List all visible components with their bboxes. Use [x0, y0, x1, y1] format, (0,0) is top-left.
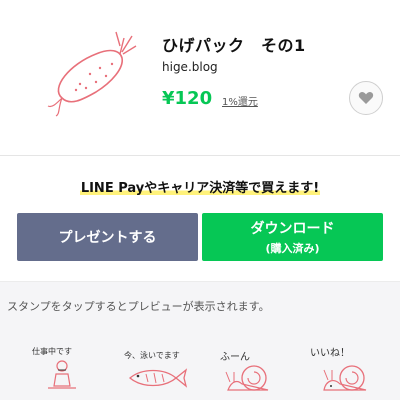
sticker-preview-area: スタンプをタップするとプレビューが表示されます。 仕事中です 今、泳いでます ふ…: [0, 281, 400, 400]
author-link[interactable]: hige.blog: [162, 60, 218, 74]
gift-button[interactable]: プレゼントする: [17, 213, 198, 261]
divider: [0, 155, 400, 156]
price: ¥120: [162, 88, 213, 109]
sticker-item[interactable]: 仕事中です: [18, 340, 108, 400]
download-button-sub: (購入済み): [265, 242, 320, 255]
sticker-grid: 仕事中です 今、泳いでます ふーん いいね！: [0, 340, 400, 400]
preview-hint: スタンプをタップするとプレビューが表示されます。: [7, 300, 270, 313]
sticker-item[interactable]: いいね！: [302, 340, 392, 400]
product-header: ひげパック その1 hige.blog ¥120 1%還元: [0, 0, 400, 155]
promo-banner: LINE Payやキャリア決済等で買えます!: [0, 177, 400, 196]
rebate-link[interactable]: 1%還元: [222, 93, 258, 108]
gift-button-label: プレゼントする: [58, 230, 157, 246]
download-button-label: ダウンロード: [250, 221, 335, 237]
heart-icon: [358, 91, 374, 104]
promo-text: LINE Payやキャリア決済等で買えます!: [79, 181, 321, 196]
shrimp-tempura-sticker: [47, 31, 137, 117]
fish-sticker: [128, 368, 188, 388]
snail-like-sticker: [323, 365, 367, 391]
product-title: ひげパック その1: [162, 36, 306, 55]
snail-sticker: [225, 365, 269, 391]
sticker-item[interactable]: ふーん: [208, 340, 298, 400]
worker-sticker: [48, 360, 76, 389]
favorite-button[interactable]: [349, 81, 383, 115]
sticker-item[interactable]: 今、泳いでます: [112, 340, 202, 400]
download-button[interactable]: ダウンロード (購入済み): [202, 213, 383, 261]
